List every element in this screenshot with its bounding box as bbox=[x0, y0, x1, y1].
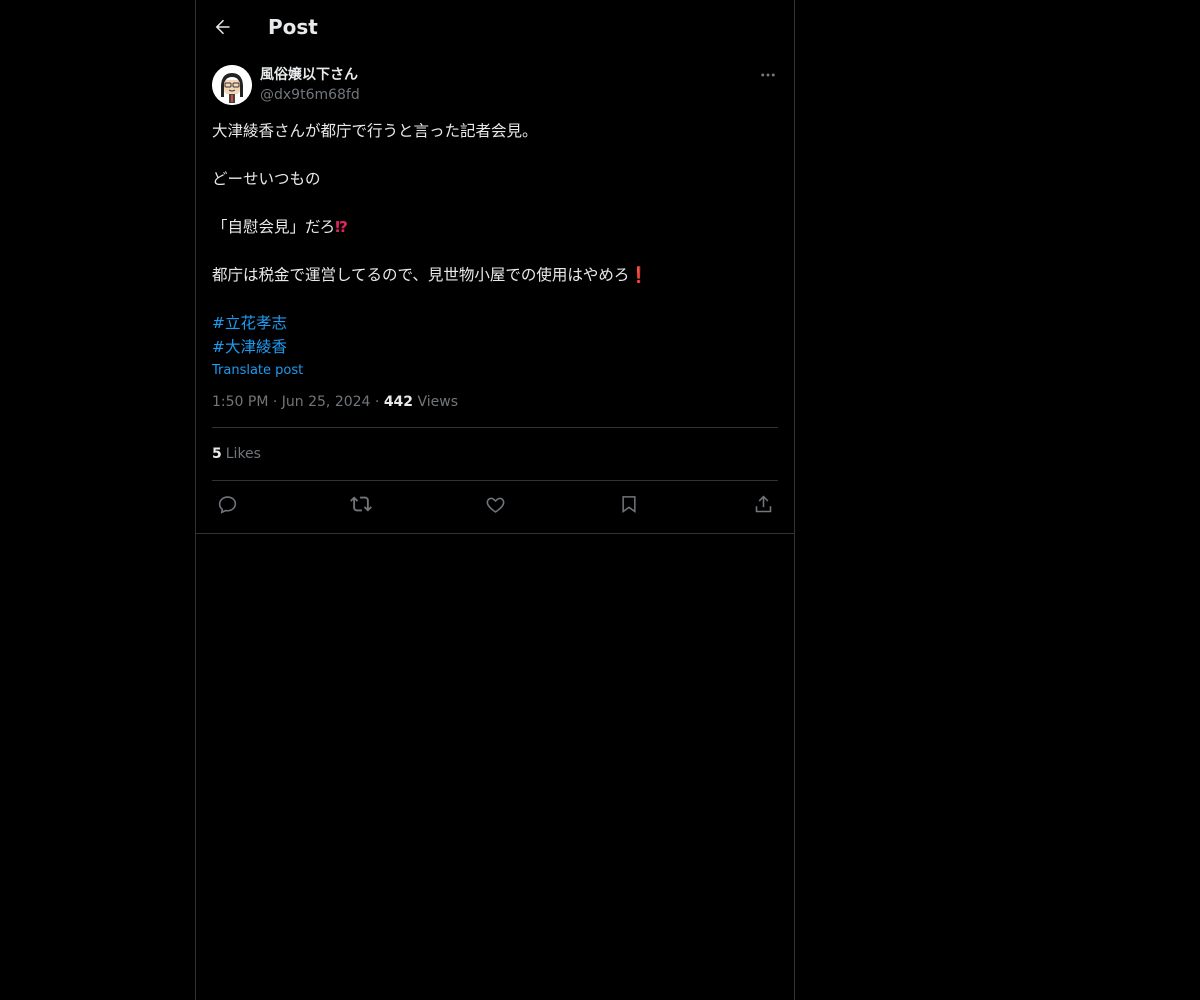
back-arrow-icon bbox=[215, 19, 230, 35]
likes-label: Likes bbox=[225, 446, 261, 462]
post: 風俗嬢以下さん @dx9t6m68fd 大津綾香さんが都庁で行うと言った記者会見… bbox=[196, 65, 794, 527]
more-button[interactable] bbox=[758, 65, 778, 85]
share-icon bbox=[755, 495, 771, 512]
bookmark-icon bbox=[622, 496, 636, 513]
like-button[interactable] bbox=[484, 493, 506, 515]
author-names: 風俗嬢以下さん @dx9t6m68fd bbox=[260, 65, 360, 105]
exclamation-icon: ❗ bbox=[629, 266, 649, 284]
share-button[interactable] bbox=[752, 493, 774, 515]
repost-icon bbox=[350, 496, 372, 512]
repost-button[interactable] bbox=[350, 493, 372, 515]
handle[interactable]: @dx9t6m68fd bbox=[260, 85, 360, 105]
bookmark-button[interactable] bbox=[618, 493, 640, 515]
post-line-text: 都庁は税金で運営してるので、見世物小屋での使用はやめろ bbox=[212, 266, 630, 284]
divider bbox=[196, 533, 794, 534]
post-line: 「自慰会見」だろ⁉ bbox=[212, 215, 778, 239]
post-line-text: 「自慰会見」だろ bbox=[212, 218, 336, 236]
post-line: 都庁は税金で運営してるので、見世物小屋での使用はやめろ❗ bbox=[212, 263, 778, 287]
main-column: Post 風俗嬢以下さん @dx9t6m68fd 大津綾香さんが都庁で行うと言っ… bbox=[195, 0, 795, 1000]
exclamation-question-icon: ⁉ bbox=[335, 218, 348, 236]
avatar-icon bbox=[212, 65, 252, 105]
post-header: 風俗嬢以下さん @dx9t6m68fd bbox=[212, 65, 778, 105]
like-icon bbox=[486, 497, 504, 513]
display-name[interactable]: 風俗嬢以下さん bbox=[260, 65, 360, 85]
views-count: 442 bbox=[383, 394, 414, 410]
avatar[interactable] bbox=[212, 65, 252, 105]
post-text: 大津綾香さんが都庁で行うと言った記者会見。 どーせいつもの 「自慰会見」だろ⁉ … bbox=[212, 119, 778, 359]
reply-icon bbox=[218, 495, 236, 514]
hashtag-link[interactable]: #立花孝志 bbox=[212, 311, 778, 335]
topbar: Post bbox=[196, 0, 794, 54]
more-icon bbox=[761, 73, 775, 77]
likes-count: 5 bbox=[212, 446, 222, 462]
post-line: 大津綾香さんが都庁で行うと言った記者会見。 bbox=[212, 122, 538, 140]
post-line: どーせいつもの bbox=[212, 170, 321, 188]
views-label: Views bbox=[417, 394, 459, 410]
back-button[interactable] bbox=[212, 17, 232, 37]
post-time[interactable]: 1:50 PM bbox=[212, 394, 268, 410]
translate-post-link[interactable]: Translate post bbox=[212, 363, 303, 378]
hashtag-link[interactable]: #大津綾香 bbox=[212, 335, 778, 359]
post-date[interactable]: Jun 25, 2024 bbox=[282, 394, 371, 410]
post-meta: 1:50 PM · Jun 25, 2024 · 442 Views bbox=[212, 394, 459, 410]
action-bar bbox=[212, 481, 778, 527]
reply-button[interactable] bbox=[216, 493, 238, 515]
likes-stat[interactable]: 5 Likes bbox=[212, 428, 778, 480]
page-title: Post bbox=[268, 15, 318, 39]
